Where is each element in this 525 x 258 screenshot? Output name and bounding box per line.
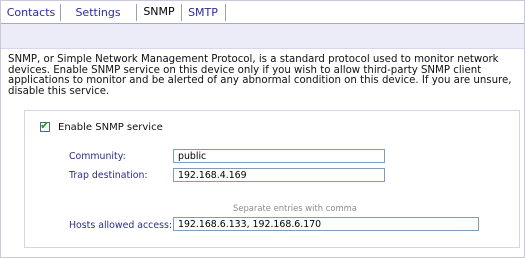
community-field[interactable] — [173, 149, 385, 163]
snmp-description: SNMP, or Simple Network Management Proto… — [8, 54, 512, 97]
tab-separator — [136, 4, 137, 21]
community-label: Community: — [69, 151, 126, 162]
tab-contacts[interactable]: Contacts — [5, 3, 57, 22]
snmp-settings-page: Contacts Settings SNMP SMTP SNMP, or Sim… — [0, 0, 525, 258]
header-banner — [1, 24, 524, 49]
tab-settings[interactable]: Settings — [64, 3, 132, 22]
tab-separator — [225, 4, 226, 21]
snmp-settings-panel: ✔ Enable SNMP service Community: Trap de… — [24, 110, 520, 248]
tab-separator — [60, 4, 61, 21]
checkmark-icon: ✔ — [40, 119, 50, 132]
trap-destination-field[interactable] — [173, 168, 385, 182]
tab-snmp[interactable]: SNMP — [138, 1, 180, 23]
trap-destination-label: Trap destination: — [69, 170, 148, 181]
enable-snmp-label: Enable SNMP service — [58, 121, 163, 133]
tab-smtp[interactable]: SMTP — [183, 3, 223, 22]
enable-snmp-row: ✔ Enable SNMP service — [40, 119, 163, 134]
hosts-allowed-field[interactable] — [173, 217, 479, 231]
hosts-hint: Separate entries with comma — [233, 203, 357, 213]
enable-snmp-checkbox[interactable]: ✔ — [40, 119, 50, 132]
tab-separator — [181, 4, 182, 21]
hosts-allowed-label: Hosts allowed access: — [69, 220, 173, 231]
tab-strip: Contacts Settings SNMP SMTP — [1, 1, 524, 24]
